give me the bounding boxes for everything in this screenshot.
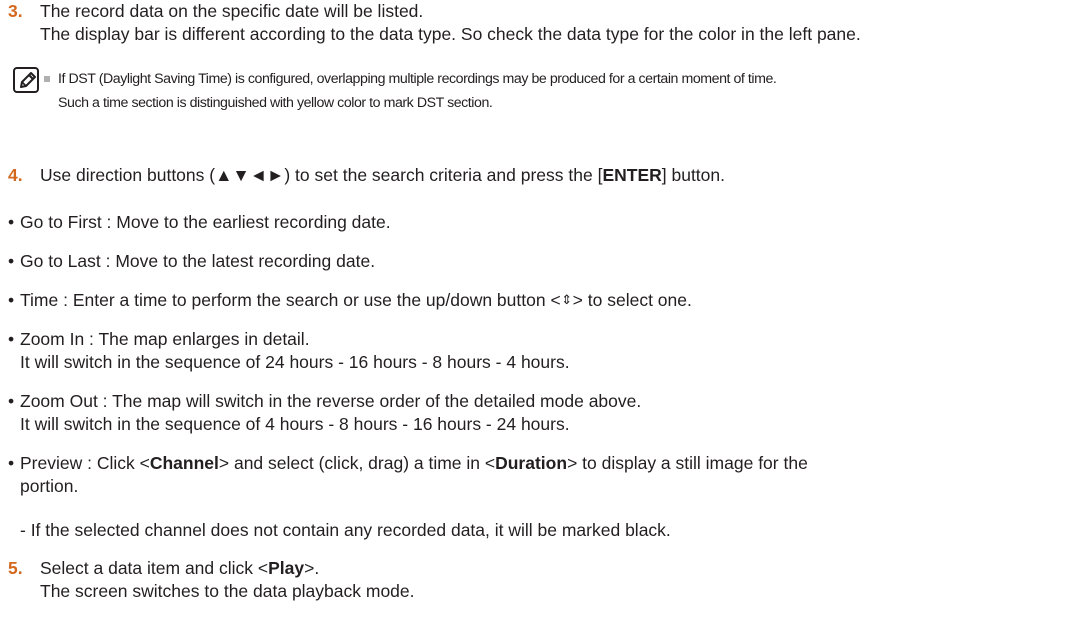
step-number: 5. — [8, 558, 23, 578]
bullet-dot: • — [8, 251, 15, 271]
step-4-text-before: Use direction buttons (▲▼◄►) to set the … — [40, 165, 603, 185]
bullet-dot: • — [8, 212, 15, 232]
preview-text-2: > and select (click, drag) a time in < — [218, 453, 496, 473]
enter-key-label: ENTER — [602, 165, 662, 185]
step-number: 3. — [8, 1, 23, 21]
note-line-1: If DST (Daylight Saving Time) is configu… — [58, 71, 777, 87]
zoom-out-text-2: It will switch in the sequence of 4 hour… — [20, 414, 570, 434]
go-to-last-text: Go to Last : Move to the latest recordin… — [20, 251, 376, 271]
step-3: 3. The record data on the specific date w… — [8, 0, 1063, 46]
zoom-in-text-2: It will switch in the sequence of 24 hou… — [20, 352, 570, 372]
step-3-text-1: The record data on the specific date wil… — [40, 1, 424, 21]
up-down-icon: ⇕ — [561, 292, 573, 307]
bullet-dot: • — [8, 391, 15, 411]
note-bullet — [44, 76, 50, 82]
go-to-first-text: Go to First : Move to the earliest recor… — [20, 212, 391, 232]
preview-text-4: portion. — [20, 476, 79, 496]
zoom-out-text-1: Zoom Out : The map will switch in the re… — [20, 391, 642, 411]
time-text-before: Time : Enter a time to perform the searc… — [20, 290, 561, 310]
step-5-line-1: 5. Select a data item and click <Play>. — [8, 557, 1063, 580]
bullet-dot: • — [8, 453, 15, 473]
note-block: If DST (Daylight Saving Time) is configu… — [8, 64, 1063, 120]
list-item-time: • Time : Enter a time to perform the sear… — [8, 289, 1063, 312]
note-pencil-icon — [13, 67, 39, 93]
list-item-go-to-last: • Go to Last : Move to the latest recordi… — [8, 250, 1063, 273]
step-3-line-2: The display bar is different according t… — [40, 24, 861, 44]
duration-label: Duration — [495, 453, 568, 473]
play-label: Play — [268, 558, 305, 578]
step-4-text-after: ] button. — [661, 165, 725, 185]
preview-text-1: Preview : Click < — [20, 453, 150, 473]
note-line-2: Such a time section is distinguished wit… — [58, 95, 493, 111]
bullet-dot: • — [8, 329, 15, 349]
preview-sub-note: - If the selected channel does not conta… — [20, 520, 671, 540]
list-item-go-to-first: • Go to First : Move to the earliest reco… — [8, 211, 1063, 234]
zoom-in-text-1: Zoom In : The map enlarges in detail. — [20, 329, 310, 349]
note-text: If DST (Daylight Saving Time) is configu… — [44, 67, 777, 115]
list-item-preview: • Preview : Click <Channel> and select (c… — [8, 452, 1063, 498]
time-text-after: > to select one. — [572, 290, 692, 310]
step-number: 4. — [8, 165, 23, 185]
step-5-text-before: Select a data item and click < — [40, 558, 269, 578]
preview-text-3: > to display a still image for the — [567, 453, 808, 473]
bullet-dot: • — [8, 290, 15, 310]
step-4-line-1: 4. Use direction buttons (▲▼◄►) to set th… — [8, 164, 1063, 187]
list-item-zoom-out: • Zoom Out : The map will switch in the r… — [8, 390, 1063, 436]
step-5: 5. Select a data item and click <Play>. T… — [8, 557, 1063, 603]
step-5-line-2: The screen switches to the data playback… — [40, 581, 415, 601]
manual-page: 3. The record data on the specific date w… — [0, 0, 1067, 627]
list-item-zoom-in: • Zoom In : The map enlarges in detail. I… — [8, 328, 1063, 374]
step-3-line-1: 3. The record data on the specific date w… — [8, 0, 1063, 23]
step-5-text-after: >. — [304, 558, 320, 578]
channel-label: Channel — [149, 453, 219, 473]
step-4: 4. Use direction buttons (▲▼◄►) to set th… — [8, 164, 1063, 187]
